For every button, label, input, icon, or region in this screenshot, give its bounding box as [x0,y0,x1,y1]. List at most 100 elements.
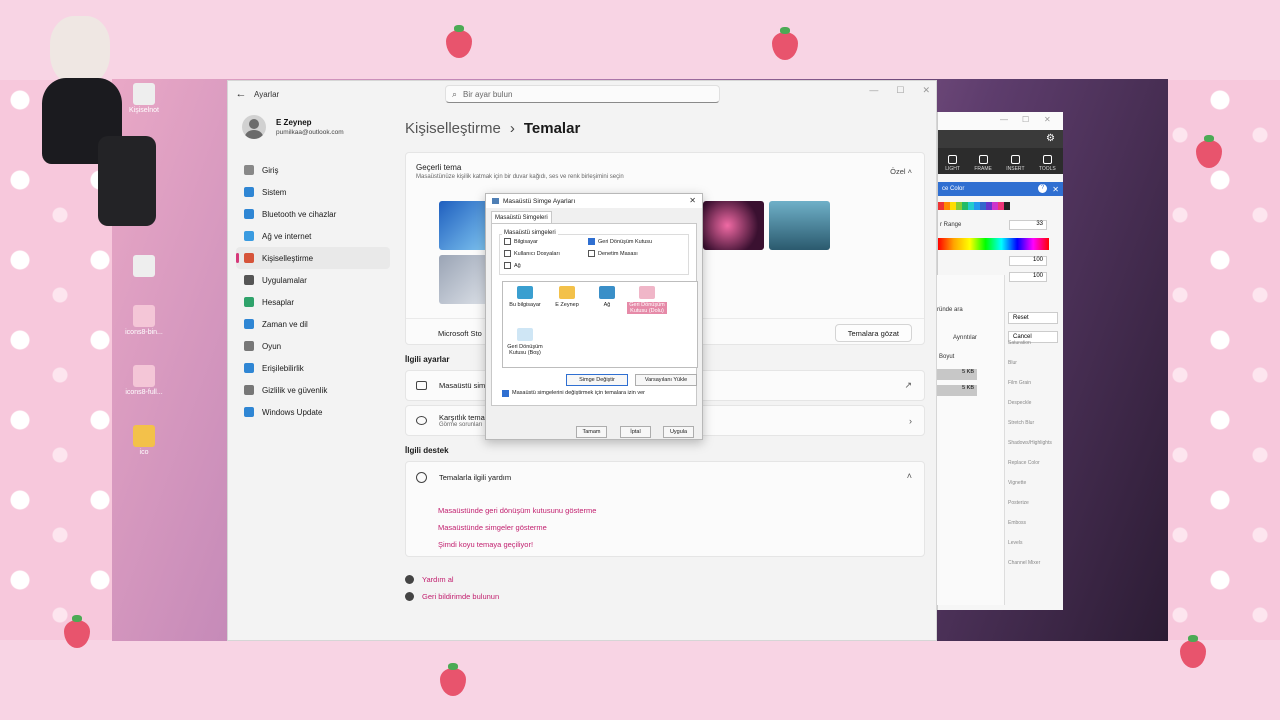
checkbox-geri-d-n-m-kutusu[interactable]: Geri Dönüşüm Kutusu [588,238,652,245]
adjustment-item[interactable]: Despeckle [1008,400,1060,420]
checkbox-bilgisayar[interactable]: Bilgisayar [504,238,538,245]
adjustment-item[interactable]: Emboss [1008,520,1060,540]
get-help-link[interactable]: Yardım al [405,575,925,584]
help-icon[interactable]: ? [1038,184,1047,193]
sidebar-item-a-ve-internet[interactable]: Ağ ve internet [236,225,390,247]
adjustment-item[interactable]: Shadows/Highlights [1008,440,1060,460]
adjustment-item[interactable]: Channel Mixer [1008,560,1060,580]
minimize-icon[interactable]: — [1000,115,1008,124]
tab-desktop-icons[interactable]: Masaüstü Simgeleri [491,211,552,223]
sidebar-item-windows-update[interactable]: Windows Update [236,401,390,423]
allow-themes-label: Masaüstü simgelerini değiştirmek için te… [512,390,645,396]
tool-light[interactable]: LIGHT [945,155,960,172]
sidebar-item-sistem[interactable]: Sistem [236,181,390,203]
breadcrumb-parent[interactable]: Kişiselleştirme [405,120,501,137]
page-title: Temalar [523,119,581,137]
close-icon[interactable]: ✕ [1052,185,1059,194]
lightness-value[interactable]: 100 [1009,272,1047,282]
adjustment-item[interactable]: Film Grain [1008,380,1060,400]
sidebar-item-giri-[interactable]: Giriş [236,159,390,181]
group-label: Masaüstü simgeleri [502,230,558,236]
sidebar-item-gizlilik-ve-g-venlik[interactable]: Gizlilik ve güvenlik [236,379,390,401]
theme-help-card: Temalarla ilgili yardım ˄ Masaüstünde ge… [405,461,925,557]
close-icon[interactable]: ✕ [922,85,930,96]
adjustment-item[interactable]: Stretch Blur [1008,420,1060,440]
tool-insert[interactable]: INSERT [1006,155,1025,172]
browse-themes-button[interactable]: Temalara gözat [834,324,912,342]
icon-list-item[interactable]: Geri Dönüşüm Kutusu (Dolu) [627,286,667,314]
help-link[interactable]: Masaüstünde geri dönüşüm kutusunu göster… [438,506,596,515]
chevron-up-icon[interactable]: ˄ [907,471,912,481]
update-icon [244,407,254,417]
sidebar-item-zaman-ve-dil[interactable]: Zaman ve dil [236,313,390,335]
maximize-icon[interactable]: ☐ [1022,115,1029,124]
saturation-value[interactable]: 100 [1009,256,1047,266]
restore-default-button[interactable]: Varsayılanı Yükle [635,374,697,386]
strawberry-decoration [1196,135,1222,168]
user-profile[interactable]: E Zeynep pumilkaa@outlook.com [242,115,344,139]
theme-thumbnail-lake[interactable] [769,201,830,250]
help-icon [405,575,414,584]
bin-file-icon-1[interactable]: icons8-bin... [122,305,166,336]
adjustment-item[interactable]: Blur [1008,360,1060,380]
apply-button[interactable]: Uygula [663,426,694,438]
icon-list-item[interactable]: E Zeynep [547,286,587,308]
close-icon[interactable]: ✕ [1044,115,1051,124]
adjustment-item[interactable]: Saturation [1008,340,1060,360]
adjustment-item[interactable]: Vignette [1008,480,1060,500]
recycle-bin-full-icon [639,286,655,299]
chevron-right-icon: › [909,415,912,426]
icon-list-item[interactable]: Ağ [587,286,627,308]
allow-themes-checkbox[interactable]: Masaüstü simgelerini değiştirmek için te… [502,389,645,397]
checkbox-checked-icon [502,389,509,397]
adjustment-item[interactable]: Posterize [1008,500,1060,520]
checkbox-kullan-c-dosyalar-[interactable]: Kullanıcı Dosyaları [504,250,560,257]
search-input[interactable]: ⌕ Bir ayar bulun [445,85,720,103]
change-icon-button[interactable]: Simge Değiştir [566,374,628,386]
icon-list-item[interactable]: Geri Dönüşüm Kutusu (Boş) [505,328,545,356]
close-icon[interactable]: ✕ [689,196,696,205]
current-theme-value[interactable]: Özel ˄ [890,167,912,176]
minimize-icon[interactable]: — [869,85,878,96]
details-button[interactable]: Ayrıntılar [953,335,977,341]
sidebar-item-oyun[interactable]: Oyun [236,335,390,357]
contrast-themes-label: Karşıtlık tema [439,413,485,422]
gear-icon[interactable]: ⚙ [1046,133,1055,144]
adjustment-item[interactable]: Replace Color [1008,460,1060,480]
feedback-link[interactable]: Geri bildirimde bulunun [405,592,925,601]
bin-file-icon-2[interactable]: icons8-full... [122,365,166,396]
checkbox-denetim-masas-[interactable]: Denetim Masası [588,250,638,257]
maximize-icon[interactable]: ☐ [896,85,904,96]
theme-thumbnail-flower[interactable] [703,201,764,250]
recycle-bin-icon[interactable] [122,255,166,279]
sidebar-item-hesaplar[interactable]: Hesaplar [236,291,390,313]
theme-help-title: Temalarla ilgili yardım [439,473,512,482]
help-link[interactable]: Şimdi koyu temaya geçiliyor! [438,540,596,549]
back-arrow-icon[interactable]: ← [228,88,254,100]
checkbox-a-[interactable]: Ağ [504,262,521,269]
sidebar-item-ki-iselle-tirme[interactable]: Kişiselleştirme [236,247,390,269]
sidebar-item-label: Erişilebilirlik [262,363,304,373]
ico-folder-icon[interactable]: ico [122,425,166,456]
icon-list-item[interactable]: Bu bilgisayar [505,286,545,308]
theme-help-header[interactable]: Temalarla ilgili yardım [416,472,511,483]
adjustment-item[interactable]: Levels [1008,540,1060,560]
sidebar-item-bluetooth-ve-cihazlar[interactable]: Bluetooth ve cihazlar [236,203,390,225]
explorer-search-text[interactable]: ründe ara [937,307,963,313]
sidebar-item-uygulamalar[interactable]: Uygulamalar [236,269,390,291]
pink-frame-top [0,0,1280,80]
help-link[interactable]: Masaüstünde simgeler gösterme [438,523,596,532]
hue-slider[interactable] [938,238,1049,250]
color-panel-title: ce Color [942,186,965,192]
cancel-button[interactable]: İptal [620,426,651,438]
tool-frame[interactable]: FRAME [974,155,992,172]
color-swatches[interactable] [938,202,1010,210]
tool-tools[interactable]: TOOLS [1039,155,1056,172]
size-column-header[interactable]: Boyut [939,354,954,360]
ok-button[interactable]: Tamam [576,426,607,438]
checkbox-label: Kullanıcı Dosyaları [514,250,560,257]
range-value[interactable]: 33 [1009,220,1047,230]
sidebar-item-eri-ilebilirlik[interactable]: Erişilebilirlik [236,357,390,379]
reset-button[interactable]: Reset [1008,312,1058,324]
light-icon [948,155,958,164]
